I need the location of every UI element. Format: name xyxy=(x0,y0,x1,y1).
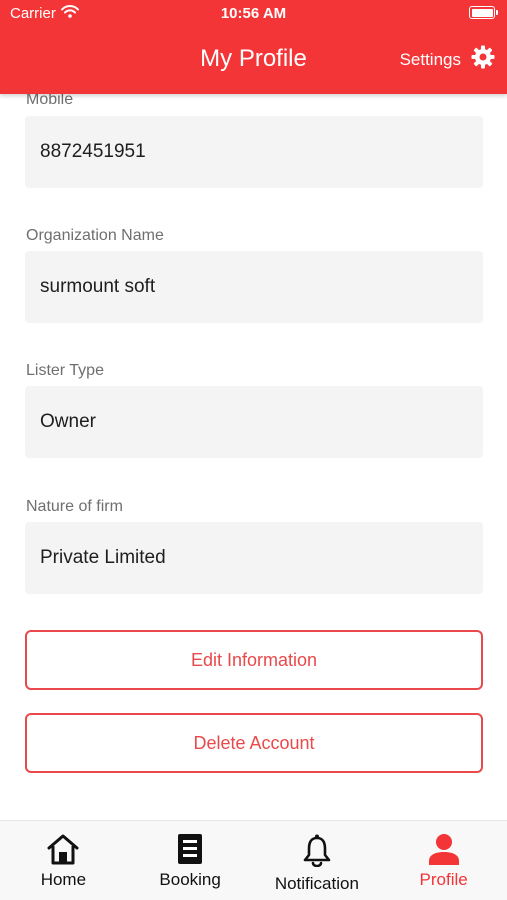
tab-notification[interactable]: Notification xyxy=(254,821,381,900)
organization-name-label: Organization Name xyxy=(26,227,164,244)
tab-home[interactable]: Home xyxy=(0,821,127,900)
home-icon xyxy=(0,833,127,865)
nature-of-firm-label: Nature of firm xyxy=(26,498,123,515)
bell-icon xyxy=(254,833,381,867)
tab-booking-label: Booking xyxy=(159,870,221,889)
tab-profile-label: Profile xyxy=(419,870,468,889)
app-header: Carrier 10:56 AM My Profile Settings xyxy=(0,0,507,94)
tab-bar: Home Booking Notification Profile xyxy=(0,820,507,900)
delete-account-button[interactable]: Delete Account xyxy=(25,713,483,773)
status-bar: Carrier 10:56 AM xyxy=(0,0,507,28)
nature-of-firm-field[interactable]: Private Limited xyxy=(25,522,483,594)
lister-type-field[interactable]: Owner xyxy=(25,386,483,458)
tab-booking[interactable]: Booking xyxy=(127,821,254,900)
tab-notification-label: Notification xyxy=(274,874,359,893)
tab-home-label: Home xyxy=(40,870,87,889)
battery-icon xyxy=(469,6,498,19)
mobile-label: Mobile xyxy=(26,94,74,108)
settings-label: Settings xyxy=(399,49,461,69)
lister-type-label: Lister Type xyxy=(26,362,104,379)
edit-information-button[interactable]: Edit Information xyxy=(25,630,483,690)
organization-name-field[interactable]: surmount soft xyxy=(25,251,483,323)
person-icon xyxy=(380,833,507,865)
booking-icon xyxy=(127,833,254,865)
status-time: 10:56 AM xyxy=(220,5,287,22)
mobile-field[interactable]: 8872451951 xyxy=(25,116,483,188)
profile-form: Mobile 8872451951 Organization Name surm… xyxy=(0,94,507,820)
settings-button[interactable]: Settings xyxy=(400,45,495,74)
tab-profile[interactable]: Profile xyxy=(380,821,507,900)
gear-icon xyxy=(471,45,495,74)
